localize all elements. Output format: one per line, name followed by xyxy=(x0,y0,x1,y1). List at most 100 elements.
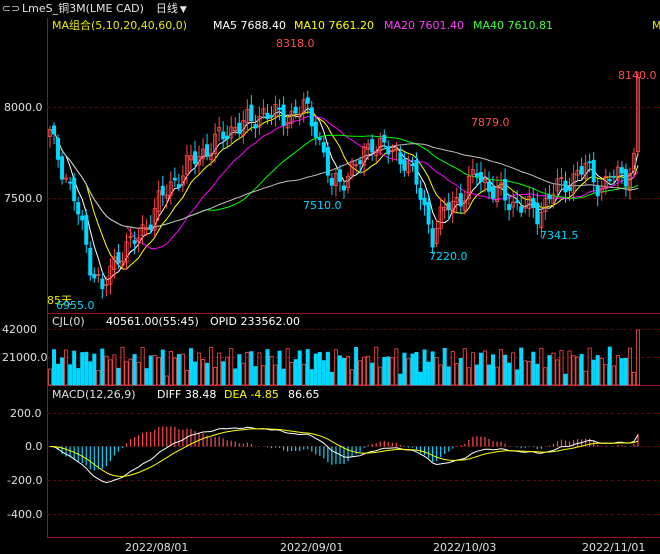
volume-bar xyxy=(486,364,491,386)
candle xyxy=(374,146,379,162)
candle xyxy=(450,191,455,224)
candle xyxy=(56,134,61,168)
candle xyxy=(599,180,604,201)
candle xyxy=(466,165,471,206)
candle xyxy=(623,163,628,197)
candle xyxy=(261,99,266,119)
candle xyxy=(180,165,185,193)
kline-chart[interactable]: 8000.0 7500.0 42000 21000.0 200.0 0.0 -2… xyxy=(0,0,660,554)
volume-bar xyxy=(136,361,141,386)
volume-bar xyxy=(386,356,391,386)
volume-bar xyxy=(398,373,403,386)
volume-bar xyxy=(358,360,363,386)
candle xyxy=(281,96,286,136)
candle xyxy=(430,219,435,254)
volume-bar xyxy=(56,363,61,386)
volume-bar xyxy=(515,369,520,386)
candle xyxy=(333,168,338,197)
volume-bar xyxy=(499,349,504,386)
candle xyxy=(257,106,262,135)
volume-bar xyxy=(583,370,588,386)
volume-bar xyxy=(406,358,411,386)
volume-bar xyxy=(346,355,351,386)
volume-tick-42000: 42000 xyxy=(2,323,37,336)
volume-bar xyxy=(333,349,338,386)
candle xyxy=(229,116,234,146)
volume-bar xyxy=(52,349,57,386)
macd-tick-neg200: -200.0 xyxy=(7,474,42,487)
candle xyxy=(527,185,532,217)
macd-tick-200: 200.0 xyxy=(10,407,42,420)
candle xyxy=(237,112,242,140)
volume-bar xyxy=(188,348,193,386)
volume-bar xyxy=(265,349,270,386)
volume-bar xyxy=(289,362,294,386)
volume-bar xyxy=(148,355,153,386)
volume-bar xyxy=(571,355,576,386)
volume-bar xyxy=(317,352,322,386)
volume-bar xyxy=(100,348,105,386)
volume-bar xyxy=(599,357,604,386)
volume-bar xyxy=(378,366,383,386)
volume-bar xyxy=(555,359,560,386)
volume-bar xyxy=(446,366,451,386)
candle xyxy=(499,171,504,196)
volume-bar xyxy=(462,348,467,386)
candle xyxy=(474,163,479,187)
volume-bar xyxy=(619,358,624,386)
candle xyxy=(414,152,419,194)
volume-bar xyxy=(422,349,427,386)
candle xyxy=(317,131,322,146)
volume-bar xyxy=(152,355,157,386)
candle xyxy=(454,187,459,212)
volume-bar xyxy=(201,359,206,386)
candle xyxy=(337,165,342,192)
volume-bar xyxy=(156,357,161,386)
candle xyxy=(325,141,330,184)
candle xyxy=(188,144,193,171)
candle xyxy=(313,115,318,146)
volume-bar xyxy=(92,353,97,386)
candle xyxy=(116,244,121,270)
volume-bar xyxy=(180,353,185,386)
candle xyxy=(575,161,580,181)
volume-bar xyxy=(48,368,53,386)
candle xyxy=(201,138,206,166)
volume-bar xyxy=(543,367,548,386)
candle xyxy=(221,121,226,150)
date-tick-1003: 2022/10/03 xyxy=(433,541,496,554)
volume-bar xyxy=(168,351,173,386)
volume-bar xyxy=(104,355,109,386)
volume-bar xyxy=(184,369,189,386)
candle xyxy=(543,187,548,220)
candle xyxy=(76,196,81,225)
volume-bar xyxy=(523,360,528,386)
volume-bar xyxy=(478,352,483,386)
volume-bar xyxy=(313,353,318,386)
candle xyxy=(595,178,600,207)
volume-bar xyxy=(631,371,636,386)
volume-legend-title: CJL(0) xyxy=(52,315,85,328)
volume-bar xyxy=(253,366,258,386)
volume-bar xyxy=(124,361,129,386)
ma60-line xyxy=(49,128,639,229)
volume-bar xyxy=(293,359,298,386)
candle xyxy=(132,231,137,255)
candle xyxy=(579,157,584,180)
volume-bar xyxy=(410,353,415,386)
volume-bar xyxy=(491,354,496,386)
candle xyxy=(68,176,73,191)
candle xyxy=(495,176,500,208)
volume-bar xyxy=(237,354,242,386)
volume-bar xyxy=(209,347,214,386)
volume-bar xyxy=(366,355,371,386)
candle xyxy=(470,158,475,184)
candle xyxy=(418,180,423,211)
volume-bar xyxy=(325,351,330,386)
candle xyxy=(80,209,85,231)
volume-bar xyxy=(611,365,616,386)
volume-bar xyxy=(273,364,278,386)
macd-legend-dea: DEA -4.85 xyxy=(224,388,279,401)
volume-bar xyxy=(341,357,346,386)
volume-bar xyxy=(217,352,222,386)
